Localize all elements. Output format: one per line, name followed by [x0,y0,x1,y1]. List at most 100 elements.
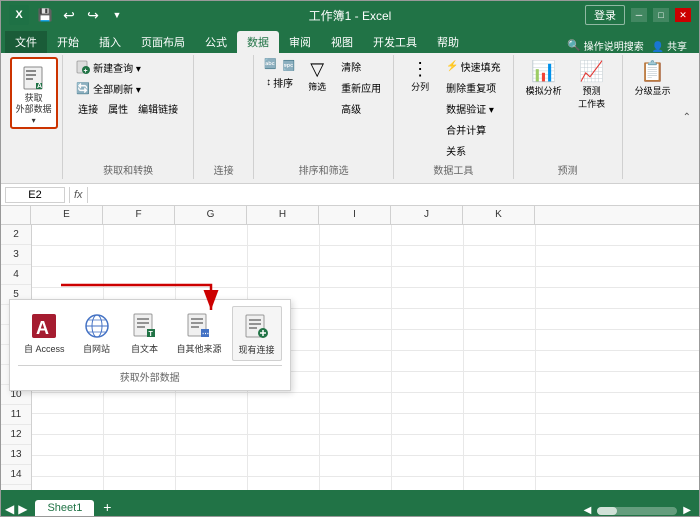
grid-cell[interactable] [320,246,392,266]
grid-cell[interactable] [392,225,464,245]
grid-cell[interactable] [176,225,248,245]
grid-cell[interactable] [248,225,320,245]
split-columns-btn[interactable]: ⋮ 分列 [402,57,438,95]
from-text-btn[interactable]: T 自文本 [123,306,167,359]
grid-cell[interactable] [392,246,464,266]
col-header-j[interactable]: J [391,206,463,224]
grid-cell[interactable] [176,414,248,434]
close-btn[interactable]: ✕ [675,8,691,22]
grid-cell[interactable] [248,246,320,266]
cell-reference-input[interactable] [5,187,65,203]
grid-cell[interactable] [248,414,320,434]
grid-cell[interactable] [32,267,104,287]
row-header-2[interactable]: 2 [1,225,31,245]
col-header-k[interactable]: K [463,206,535,224]
grid-cell[interactable] [464,393,536,413]
new-query-btn[interactable]: + 新建查询 ▾ [71,57,145,77]
grid-cell[interactable] [392,288,464,308]
grid-cell[interactable] [320,351,392,371]
grid-cell[interactable] [176,477,248,490]
simulate-btn[interactable]: 📊 模拟分析 [522,57,566,99]
grid-cell[interactable] [464,288,536,308]
login-button[interactable]: 登录 [585,5,625,25]
grid-cell[interactable] [392,330,464,350]
grid-cell[interactable] [176,435,248,455]
sheet1-tab[interactable]: Sheet1 [35,500,94,516]
grid-cell[interactable] [320,225,392,245]
col-header-e[interactable]: E [31,206,103,224]
grid-cell[interactable] [248,456,320,476]
tab-review[interactable]: 审阅 [279,31,321,53]
grid-cell[interactable] [392,393,464,413]
tab-help[interactable]: 帮助 [427,31,469,53]
grid-cell[interactable] [464,414,536,434]
grid-cell[interactable] [392,435,464,455]
refresh-all-btn[interactable]: 🔄 全部刷新 ▾ [71,78,145,98]
grid-cell[interactable] [32,414,104,434]
sort-az-btn[interactable]: 🔤 [262,57,278,72]
tab-developer[interactable]: 开发工具 [363,31,427,53]
scroll-bar[interactable] [597,507,677,515]
grid-cell[interactable] [176,267,248,287]
grid-cell[interactable] [104,225,176,245]
grid-cell[interactable] [176,246,248,266]
remove-dup-btn[interactable]: 删除重复项 [442,78,504,97]
grid-cell[interactable] [464,456,536,476]
col-header-h[interactable]: H [247,206,319,224]
from-access-btn[interactable]: A 自 Access [18,306,71,359]
grid-cell[interactable] [320,330,392,350]
grid-cell[interactable] [248,477,320,490]
grid-cell[interactable] [32,435,104,455]
tab-view[interactable]: 视图 [321,31,363,53]
col-header-f[interactable]: F [103,206,175,224]
col-header-i[interactable]: I [319,206,391,224]
row-header-12[interactable]: 12 [1,425,31,445]
forecast-btn[interactable]: 📈 预测工作表 [570,57,614,112]
redo-quick-btn[interactable]: ↪ [83,5,103,25]
row-header-3[interactable]: 3 [1,245,31,265]
search-operations-btn[interactable]: 🔍 操作说明搜索 [567,38,644,53]
grid-cell[interactable] [392,414,464,434]
grid-cell[interactable] [392,267,464,287]
sheet-nav-left-btn[interactable]: ◀ [5,502,14,516]
col-header-g[interactable]: G [175,206,247,224]
grid-cell[interactable] [104,435,176,455]
grid-cell[interactable] [464,477,536,490]
grid-cell[interactable] [176,393,248,413]
filter-btn[interactable]: ▽ 筛选 [299,57,335,95]
grid-cell[interactable] [248,393,320,413]
grid-cell[interactable] [320,393,392,413]
from-other-btn[interactable]: ⋯ 自其他来源 [171,306,228,359]
grid-cell[interactable] [176,456,248,476]
grid-cell[interactable] [464,372,536,392]
grid-cell[interactable] [464,330,536,350]
grid-cell[interactable] [320,267,392,287]
grid-cell[interactable] [464,309,536,329]
tab-data[interactable]: 数据 [237,31,279,53]
grid-cell[interactable] [320,477,392,490]
minimize-btn[interactable]: ─ [631,8,647,22]
scroll-right-btn[interactable]: ▶ [683,505,691,516]
sort-btn[interactable]: ↕ 排序 [262,73,297,92]
grid-cell[interactable] [392,456,464,476]
grid-cell[interactable] [104,477,176,490]
tab-insert[interactable]: 插入 [89,31,131,53]
connections-btn[interactable]: 连接 [75,100,101,117]
add-sheet-btn[interactable]: + [98,498,116,516]
row-header-13[interactable]: 13 [1,445,31,465]
row-header-11[interactable]: 11 [1,405,31,425]
reapply-btn[interactable]: 重新应用 [337,78,385,97]
ribbon-collapse-btn[interactable]: ⌃ [683,55,695,179]
grid-cell[interactable] [104,414,176,434]
tab-home[interactable]: 开始 [47,31,89,53]
share-btn[interactable]: 👤 共享 [652,38,687,53]
validate-btn[interactable]: 数据验证 ▾ [442,99,504,118]
grid-cell[interactable] [464,225,536,245]
merge-btn[interactable]: 合并计算 [442,120,504,139]
sort-za-btn[interactable]: 🔤 [281,57,297,72]
grid-cell[interactable] [104,456,176,476]
outline-btn[interactable]: 📋 分级显示 [631,57,675,99]
get-external-data-btn[interactable]: A 获取外部数据 ▾ [10,57,58,129]
existing-connections-btn[interactable]: 现有连接 [232,306,282,361]
flash-fill-btn[interactable]: ⚡快速填充 [442,57,504,76]
